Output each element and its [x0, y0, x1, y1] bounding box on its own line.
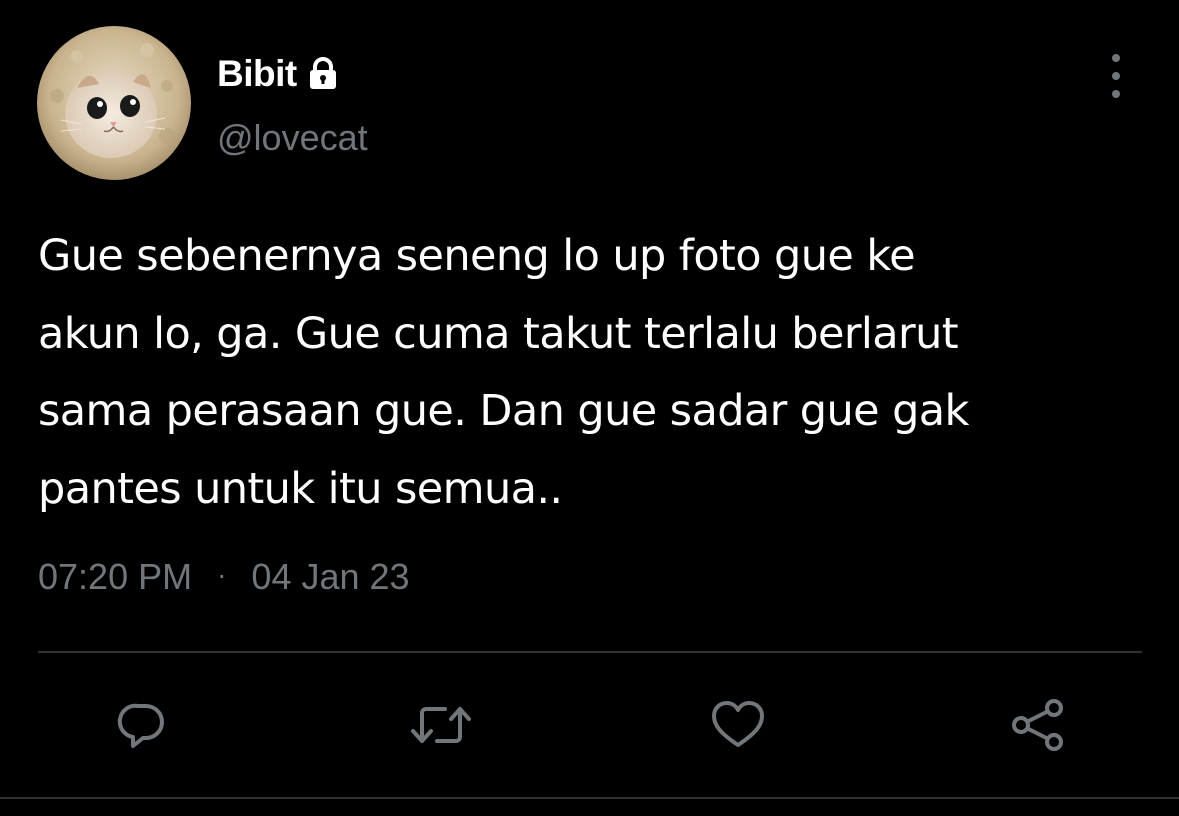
retweet-button[interactable] [409, 690, 473, 760]
more-options-button[interactable] [1096, 54, 1136, 98]
reply-button[interactable] [110, 690, 174, 760]
tweet-text: Gue sebenernya seneng lo up foto gue ke … [38, 231, 969, 514]
more-dot [1112, 72, 1120, 80]
tweet-date[interactable]: 04 Jan 23 [251, 556, 409, 598]
meta-separator: · [217, 559, 227, 590]
share-icon [1012, 699, 1063, 751]
avatar[interactable] [37, 26, 191, 180]
more-dot [1112, 90, 1120, 98]
author-handle[interactable]: @lovecat [217, 117, 368, 159]
like-button[interactable] [706, 690, 770, 760]
bottom-divider [0, 797, 1179, 799]
lock-icon [305, 56, 341, 92]
author-name-row[interactable]: Bibit [217, 50, 341, 98]
divider [38, 651, 1142, 653]
share-button[interactable] [1006, 690, 1070, 760]
action-bar [0, 690, 1179, 760]
tweet-card: Bibit @lovecat Gue sebenernya seneng lo … [0, 0, 1179, 816]
more-vertical-icon [1112, 54, 1120, 62]
reply-icon [117, 703, 164, 748]
retweet-icon [411, 707, 471, 743]
tweet-metadata: 07:20 PM · 04 Jan 23 [38, 556, 410, 598]
tweet-time[interactable]: 07:20 PM [38, 556, 192, 598]
heart-icon [712, 701, 764, 747]
display-name[interactable]: Bibit [217, 53, 297, 95]
cat-avatar-image [37, 26, 191, 180]
